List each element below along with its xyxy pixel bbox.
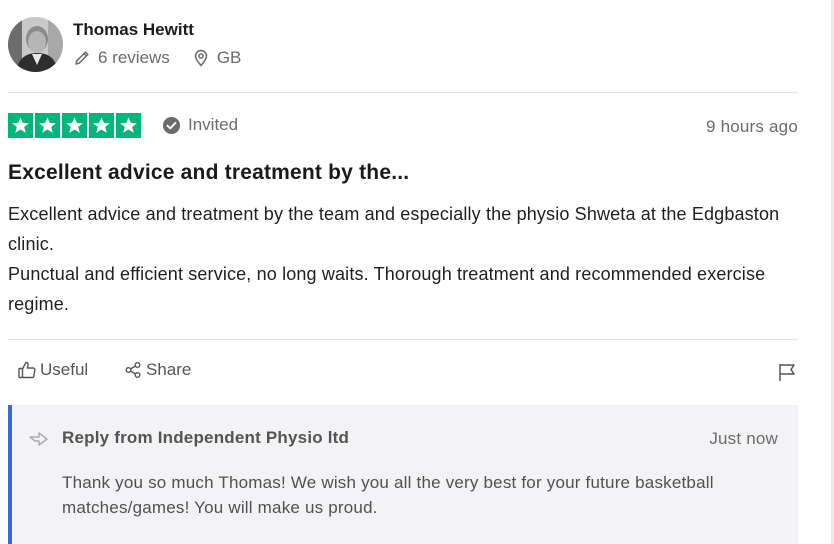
- reviewer-header: Thomas Hewitt 6 reviews GB: [8, 17, 798, 73]
- reply-text: Thank you so much Thomas! We wish you al…: [62, 473, 714, 517]
- star-icon: [35, 113, 60, 138]
- check-badge-icon: [162, 116, 181, 135]
- review-body-paragraph: Excellent advice and treatment by the te…: [8, 204, 780, 254]
- reply-arrow-icon: [28, 429, 50, 447]
- review-actions: Useful Share: [8, 360, 798, 388]
- divider: [8, 339, 798, 340]
- location-pin-icon: [192, 49, 210, 67]
- pencil-icon: [73, 49, 91, 67]
- company-reply: Reply from Independent Physio ltd Just n…: [8, 405, 798, 544]
- invited-badge[interactable]: Invited: [162, 115, 238, 135]
- review-body: Excellent advice and treatment by the te…: [8, 199, 798, 319]
- reviewer-country: GB: [216, 48, 242, 67]
- useful-button[interactable]: Useful: [17, 360, 88, 380]
- rating-row: Invited 9 hours ago: [8, 112, 798, 140]
- share-label: Share: [146, 360, 192, 379]
- review-card: Thomas Hewitt 6 reviews GB Invited 9 hou…: [8, 0, 798, 544]
- reply-time: Just now: [709, 429, 778, 448]
- divider: [8, 92, 798, 93]
- share-button[interactable]: Share: [123, 360, 191, 380]
- avatar[interactable]: [8, 17, 63, 72]
- thumbs-up-icon: [17, 360, 37, 380]
- star-icon: [62, 113, 87, 138]
- reviews-count: 6 reviews: [98, 48, 170, 67]
- star-icon: [116, 113, 141, 138]
- reply-from: Reply from Independent Physio ltd: [62, 428, 350, 447]
- flag-icon[interactable]: [776, 361, 798, 383]
- useful-label: Useful: [40, 360, 89, 379]
- invited-label: Invited: [188, 115, 239, 134]
- star-icon: [8, 113, 33, 138]
- review-time: 9 hours ago: [706, 117, 798, 136]
- share-icon: [123, 360, 143, 380]
- star-rating: [8, 113, 141, 138]
- reviewer-meta: 6 reviews GB: [73, 48, 241, 68]
- reviewer-name[interactable]: Thomas Hewitt: [73, 20, 194, 40]
- star-icon: [89, 113, 114, 138]
- review-body-paragraph: Punctual and efficient service, no long …: [8, 264, 766, 314]
- review-title[interactable]: Excellent advice and treatment by the...: [8, 161, 409, 185]
